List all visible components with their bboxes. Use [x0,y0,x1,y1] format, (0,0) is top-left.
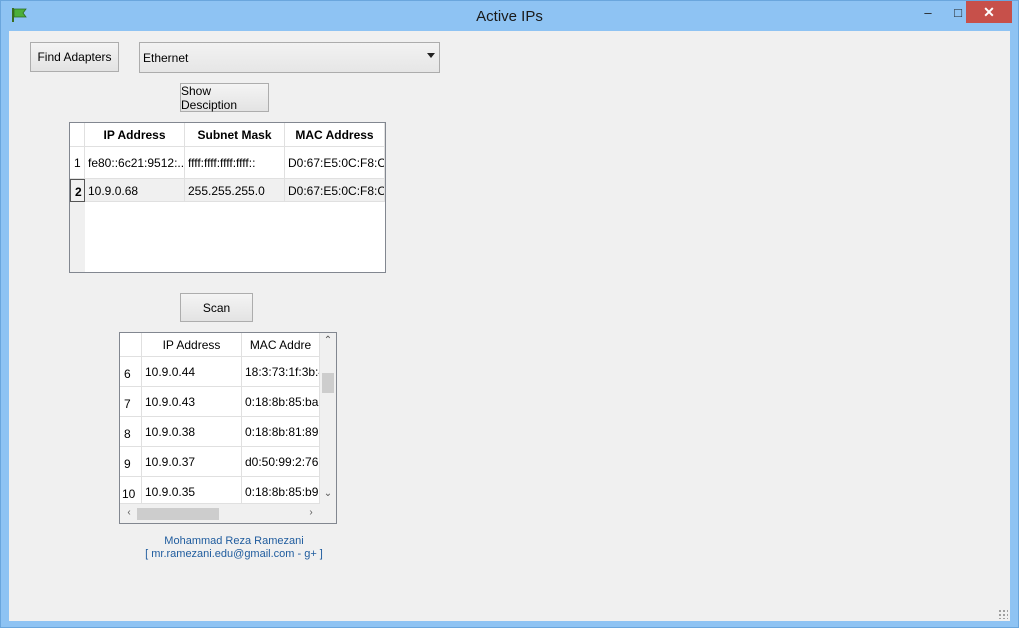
column-header-mac[interactable]: MAC Addre [242,333,320,357]
row-number[interactable]: 6 [120,357,142,387]
table-cell[interactable]: 10.9.0.44 [142,357,242,387]
row-header-corner [70,123,85,147]
table-cell[interactable]: 0:18:8b:81:89:2 [242,417,320,447]
title-bar[interactable]: Active IPs – □ ✕ [1,1,1018,31]
scroll-down-icon[interactable]: ⌄ [321,488,335,499]
author-name: Mohammad Reza Ramezani [164,535,304,547]
row-header-gutter [70,202,85,272]
column-header-ip[interactable]: IP Address [85,123,185,147]
adapter-select-value: Ethernet [143,51,189,65]
close-button[interactable]: ✕ [966,1,1012,23]
table-cell[interactable]: 18:3:73:1f:3b:4 [242,357,320,387]
author-contact[interactable]: [ mr.ramezani.edu@gmail.com - g+ ] [119,548,349,560]
table-cell[interactable]: 10.9.0.68 [85,179,185,202]
table-cell[interactable]: d0:50:99:2:76:8 [242,447,320,477]
table-cell[interactable]: 10.9.0.35 [142,477,242,504]
table-cell[interactable]: D0:67:E5:0C:F8:C1 [285,147,385,179]
vertical-scrollbar[interactable]: ⌃ ⌄ [320,333,336,504]
adapter-select[interactable]: Ethernet [139,42,440,73]
table-cell[interactable]: 10.9.0.37 [142,447,242,477]
table-cell[interactable]: 10.9.0.43 [142,387,242,417]
minimize-button[interactable]: – [913,1,943,23]
column-header-ip[interactable]: IP Address [142,333,242,357]
resize-grip-icon[interactable] [998,609,1008,619]
table-cell[interactable]: ffff:ffff:ffff:ffff:: [185,147,285,179]
table-cell[interactable]: 0:18:8b:85:b9:c [242,477,320,504]
window-title: Active IPs [476,8,543,25]
table-cell[interactable]: 0:18:8b:85:ba:3 [242,387,320,417]
column-header-mac[interactable]: MAC Address [285,123,385,147]
adapters-grid[interactable]: IP Address Subnet Mask MAC Address 1 fe8… [69,122,386,273]
app-window: Active IPs – □ ✕ Find Adapters Ethernet … [0,0,1019,628]
row-number[interactable]: 8 [120,417,142,447]
client-area: Find Adapters Ethernet Show Desciption I… [9,31,1010,621]
table-cell[interactable]: 10.9.0.38 [142,417,242,447]
scroll-right-icon[interactable]: › [304,507,318,518]
scroll-left-icon[interactable]: ‹ [122,507,136,518]
row-number[interactable]: 7 [120,387,142,417]
row-number[interactable]: 1 [70,147,85,179]
column-header-subnet[interactable]: Subnet Mask [185,123,285,147]
find-adapters-button[interactable]: Find Adapters [30,42,119,72]
table-cell[interactable]: fe80::6c21:9512:... [85,147,185,179]
row-number-selected[interactable]: 2 [70,179,85,202]
scroll-thumb[interactable] [322,373,334,393]
scan-button[interactable]: Scan [180,293,253,322]
table-cell[interactable]: 255.255.255.0 [185,179,285,202]
table-cell[interactable]: D0:67:E5:0C:F8:C1 [285,179,385,202]
show-description-button[interactable]: Show Desciption [180,83,269,112]
scroll-up-icon[interactable]: ⌃ [321,335,335,346]
row-number[interactable]: 10 [120,477,142,504]
scan-grid[interactable]: IP Address MAC Addre 6 10.9.0.44 18:3:73… [119,332,337,524]
scroll-thumb-horizontal[interactable] [137,508,219,520]
row-number[interactable]: 9 [120,447,142,477]
row-header-corner [120,333,142,357]
chevron-down-icon[interactable] [427,53,435,58]
horizontal-scrollbar[interactable]: ‹ › [120,504,336,523]
